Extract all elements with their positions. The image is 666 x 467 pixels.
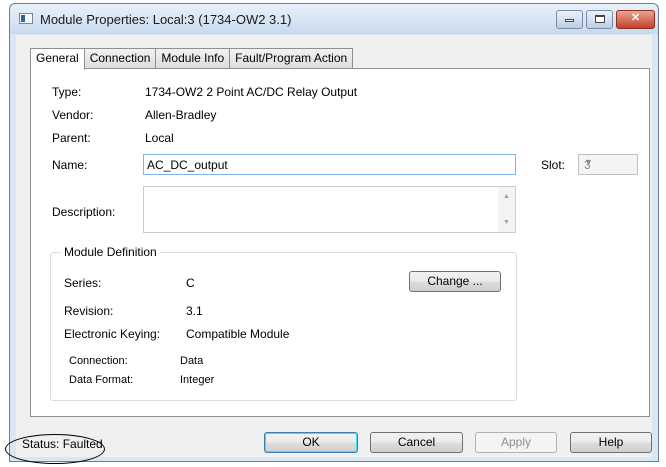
cancel-button[interactable]: Cancel — [370, 432, 463, 453]
data-format-value: Integer — [180, 374, 215, 386]
title-bar[interactable]: Module Properties: Local:3 (1734-OW2 3.1… — [10, 4, 658, 34]
help-button[interactable]: Help — [570, 432, 652, 453]
name-field[interactable]: AC_DC_output — [143, 154, 516, 175]
scroll-up-icon[interactable]: ▲ — [503, 193, 510, 200]
parent-value: Local — [145, 131, 174, 145]
change-button[interactable]: Change ... — [409, 271, 501, 292]
name-label: Name: — [52, 158, 88, 172]
tab-module-info[interactable]: Module Info — [155, 48, 231, 69]
apply-button[interactable]: Apply — [475, 432, 557, 453]
tab-general[interactable]: General — [30, 48, 85, 70]
data-format-label: Data Format: — [69, 374, 134, 386]
app-window-icon — [19, 13, 33, 24]
vendor-value: Allen-Bradley — [145, 108, 217, 122]
minimize-button[interactable] — [556, 10, 583, 29]
slot-select[interactable]: 3 ▼ — [578, 154, 638, 175]
ok-button[interactable]: OK — [264, 432, 358, 453]
revision-label: Revision: — [64, 304, 114, 318]
close-button[interactable]: ✕ — [616, 10, 655, 29]
series-value: C — [186, 276, 195, 290]
connection-label: Connection: — [69, 355, 128, 367]
type-value: 1734-OW2 2 Point AC/DC Relay Output — [145, 85, 358, 99]
description-label: Description: — [52, 205, 116, 219]
module-definition-title: Module Definition — [61, 245, 160, 259]
revision-value: 3.1 — [186, 304, 203, 318]
chevron-down-icon: ▼ — [584, 157, 593, 167]
description-scrollbar[interactable]: ▲ ▼ — [498, 187, 515, 232]
description-field[interactable]: ▲ ▼ — [143, 186, 516, 233]
tab-fault-program-action[interactable]: Fault/Program Action — [229, 48, 354, 69]
parent-label: Parent: — [52, 131, 91, 145]
maximize-icon — [594, 15, 605, 23]
type-label: Type: — [52, 85, 82, 99]
electronic-keying-label: Electronic Keying: — [64, 327, 161, 341]
maximize-button[interactable] — [586, 10, 613, 29]
electronic-keying-value: Compatible Module — [186, 327, 290, 341]
scroll-down-icon[interactable]: ▼ — [503, 219, 510, 226]
tab-strip: General Connection Module Info Fault/Pro… — [30, 48, 354, 70]
window-title: Module Properties: Local:3 (1734-OW2 3.1… — [40, 12, 292, 27]
vendor-label: Vendor: — [52, 108, 94, 122]
minimize-icon — [565, 19, 574, 22]
name-field-value: AC_DC_output — [147, 158, 228, 172]
close-icon: ✕ — [630, 12, 641, 24]
tab-connection[interactable]: Connection — [83, 48, 157, 69]
slot-label: Slot: — [541, 158, 566, 172]
connection-value: Data — [180, 355, 204, 367]
series-label: Series: — [64, 276, 102, 290]
status-highlight-annotation — [5, 434, 105, 464]
